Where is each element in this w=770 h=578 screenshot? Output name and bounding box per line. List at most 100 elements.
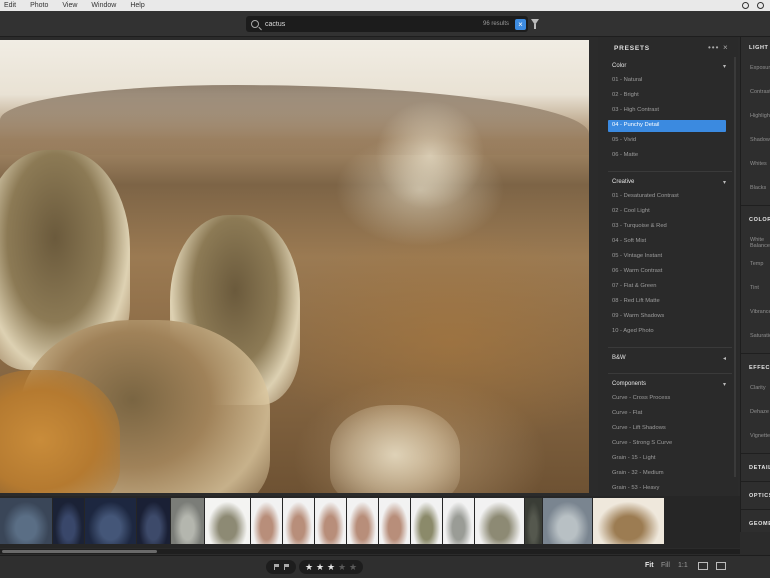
main-photo[interactable]	[0, 40, 589, 493]
view-fit[interactable]: Fit	[645, 562, 654, 569]
preset-item[interactable]: Grain - 53 - Heavy	[612, 483, 659, 494]
preset-item[interactable]: 04 - Punchy Detail	[608, 120, 726, 132]
edit-slider-label[interactable]: Highlights	[750, 113, 770, 119]
edit-section-title[interactable]: OPTICS	[749, 493, 770, 499]
edit-slider-label[interactable]: Whites	[750, 161, 767, 167]
star-icon[interactable]: ★	[349, 562, 357, 573]
menu-view[interactable]: View	[55, 0, 84, 11]
preset-item[interactable]: 09 - Warm Shadows	[612, 311, 664, 322]
filmstrip-thumbnail[interactable]	[543, 498, 592, 544]
menu-window[interactable]: Window	[84, 0, 123, 11]
preset-item[interactable]: Curve - Strong S Curve	[612, 438, 672, 449]
edit-section-title[interactable]: GEOMETRY	[749, 521, 770, 527]
filmstrip-thumbnail[interactable]	[593, 498, 664, 544]
search-input[interactable]: cactus	[265, 21, 483, 28]
preset-item[interactable]: 06 - Warm Contrast	[612, 266, 662, 277]
compare-view-icon[interactable]	[698, 562, 708, 570]
filmstrip-thumbnail[interactable]	[137, 498, 170, 544]
filmstrip-thumbnail[interactable]	[251, 498, 282, 544]
preset-item[interactable]: 01 - Desaturated Contrast	[612, 191, 679, 202]
preset-item[interactable]: 02 - Cool Light	[612, 206, 650, 217]
filmstrip-thumbnail[interactable]	[205, 498, 250, 544]
filmstrip-thumbnail[interactable]	[53, 498, 84, 544]
presets-scrollbar[interactable]	[734, 57, 736, 477]
close-panel-icon[interactable]: ×	[723, 43, 728, 52]
preset-item[interactable]: Grain - 15 - Light	[612, 453, 656, 464]
edit-slider-label[interactable]: Vignette	[750, 433, 770, 439]
preset-group-header[interactable]: Color ▾	[612, 63, 730, 70]
edit-slider-label[interactable]: Blacks	[750, 185, 766, 191]
preset-item[interactable]: 10 - Aged Photo	[612, 326, 654, 337]
preset-item[interactable]: 07 - Flat & Green	[612, 281, 656, 292]
star-icon[interactable]: ★	[316, 562, 324, 573]
reject-flag-icon[interactable]	[284, 564, 290, 570]
filmstrip-scroll-thumb[interactable]	[2, 550, 157, 553]
filmstrip-thumbnail[interactable]	[283, 498, 314, 544]
preset-item[interactable]: Curve - Cross Process	[612, 393, 670, 404]
edit-slider-label[interactable]: Contrast	[750, 89, 770, 95]
menu-help[interactable]: Help	[123, 0, 151, 11]
preset-group-header[interactable]: Components ▾	[612, 381, 730, 388]
preset-item[interactable]: 04 - Soft Mist	[612, 236, 646, 247]
filmstrip-thumbnail[interactable]	[411, 498, 442, 544]
filmstrip-thumbnail[interactable]	[475, 498, 524, 544]
edit-slider-label[interactable]: Dehaze	[750, 409, 769, 415]
star-icon[interactable]: ★	[327, 562, 335, 573]
preset-item[interactable]: 06 - Matte	[612, 150, 638, 161]
filmstrip-thumbnail[interactable]	[525, 498, 542, 544]
search-result-count: 96 results	[482, 21, 509, 27]
preset-item[interactable]: Curve - Flat	[612, 408, 642, 419]
edit-slider-label[interactable]: Tint	[750, 285, 759, 291]
preset-item[interactable]: 08 - Red Lift Matte	[612, 296, 660, 307]
pick-flag-icon[interactable]	[274, 564, 280, 570]
edit-section-title[interactable]: EFFECTS	[749, 365, 770, 371]
view-one-to-one[interactable]: 1:1	[678, 562, 688, 569]
filmstrip-thumbnail[interactable]	[85, 498, 136, 544]
chevron-icon[interactable]: ▾	[723, 381, 726, 388]
preset-item[interactable]: 03 - High Contrast	[612, 105, 659, 116]
chevron-icon[interactable]: ▾	[723, 179, 726, 186]
filter-icon[interactable]	[531, 19, 539, 29]
edit-section-title[interactable]: DETAIL	[749, 465, 770, 471]
filmstrip-scrollbar[interactable]	[0, 549, 740, 554]
filmstrip-thumbnail[interactable]	[379, 498, 410, 544]
preset-item[interactable]: 01 - Natural	[612, 75, 642, 86]
edit-section-title[interactable]: COLOR	[749, 217, 770, 223]
status-circle-icon[interactable]	[757, 2, 764, 9]
preset-item[interactable]: 05 - Vintage Instant	[612, 251, 662, 262]
chevron-icon[interactable]: ▾	[723, 63, 726, 70]
search-bar[interactable]: cactus 96 results ×	[246, 16, 528, 32]
status-circle-icon[interactable]	[742, 2, 749, 9]
filmstrip-thumbnail[interactable]	[443, 498, 474, 544]
edit-slider-label[interactable]: Saturation	[750, 333, 770, 339]
menu-photo[interactable]: Photo	[23, 0, 55, 11]
filmstrip-thumbnail[interactable]	[347, 498, 378, 544]
preset-item[interactable]: Grain - 32 - Medium	[612, 468, 664, 479]
edit-slider-label[interactable]: Clarity	[750, 385, 766, 391]
chevron-icon[interactable]: ◂	[723, 355, 726, 362]
edit-slider-label[interactable]: White Balance	[750, 237, 770, 249]
filmstrip-thumbnail[interactable]	[0, 498, 52, 544]
filmstrip-thumbnail[interactable]	[315, 498, 346, 544]
edit-slider-label[interactable]: Shadows	[750, 137, 770, 143]
preset-item[interactable]: 02 - Bright	[612, 90, 639, 101]
preset-item[interactable]: Curve - Lift Shadows	[612, 423, 666, 434]
edit-slider-label[interactable]: Temp	[750, 261, 763, 267]
star-icon[interactable]: ★	[338, 562, 346, 573]
star-icon[interactable]: ★	[305, 562, 313, 573]
panel-toggle-icon[interactable]	[716, 562, 726, 570]
edit-section-title[interactable]: LIGHT	[749, 45, 769, 51]
preset-group-header[interactable]: B&W ◂	[612, 355, 730, 362]
photo-lens-flare	[375, 100, 485, 210]
more-options-icon[interactable]: •••	[708, 43, 719, 52]
preset-item[interactable]: 05 - Vivid	[612, 135, 636, 146]
filmstrip-thumbnail[interactable]	[171, 498, 204, 544]
preset-item[interactable]: 03 - Turquoise & Red	[612, 221, 667, 232]
preset-group-header[interactable]: Creative ▾	[612, 179, 730, 186]
preset-group-divider	[608, 347, 732, 348]
edit-slider-label[interactable]: Vibrance	[750, 309, 770, 315]
menu-edit[interactable]: Edit	[0, 0, 23, 11]
edit-slider-label[interactable]: Exposure	[750, 65, 770, 71]
view-fill[interactable]: Fill	[661, 562, 670, 569]
clear-search-button[interactable]: ×	[515, 18, 526, 30]
